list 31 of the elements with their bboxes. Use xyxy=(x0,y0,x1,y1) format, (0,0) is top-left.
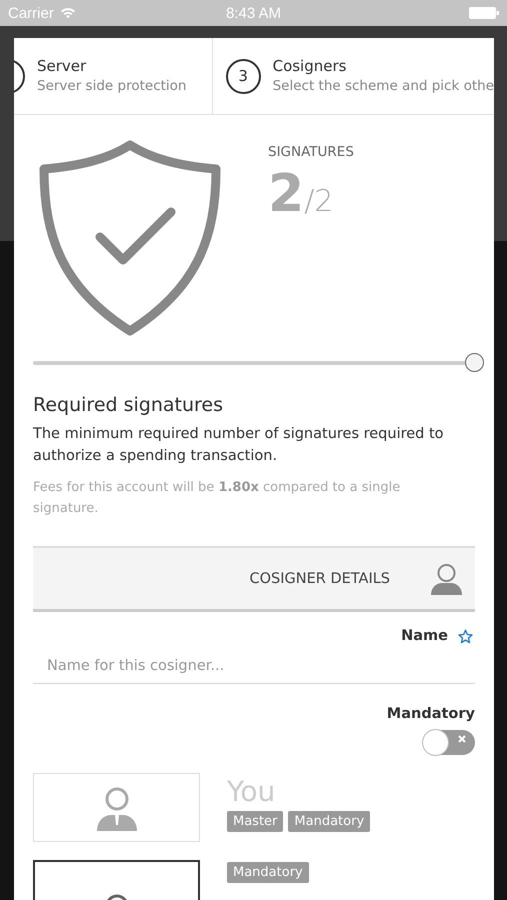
step-subtitle: Server side protection xyxy=(37,77,186,96)
cross-icon xyxy=(458,735,466,743)
signature-total: /2 xyxy=(304,187,334,217)
step-title: Server xyxy=(37,56,88,76)
header-title: COSIGNER DETAILS xyxy=(250,570,390,586)
role-tag: Mandatory xyxy=(227,862,309,883)
section-title: Required signatures xyxy=(33,393,224,418)
name-input-field[interactable]: Name for this cosigner... xyxy=(33,648,475,684)
wifi-icon xyxy=(60,7,76,19)
battery-icon xyxy=(469,7,499,19)
signatures-label: SIGNATURES xyxy=(268,144,354,160)
step-number: 3 xyxy=(226,58,261,94)
step-tab[interactable]: 3 Cosigners Select the scheme and pick othe xyxy=(212,38,494,114)
carrier-label: Carrier xyxy=(8,4,54,22)
step-title: Cosigners xyxy=(272,56,348,76)
person-icon xyxy=(430,562,463,595)
mandatory-label: Mandatory xyxy=(386,706,475,722)
mandatory-toggle[interactable] xyxy=(423,730,475,755)
status-time: 8:43 AM xyxy=(226,4,282,22)
step-tab[interactable]: Server Server side protection xyxy=(14,38,213,114)
signature-count: 2 xyxy=(268,168,304,220)
name-label: Name xyxy=(401,628,448,644)
step-subtitle: Select the scheme and pick othe xyxy=(272,77,494,96)
role-tag: Mandatory xyxy=(288,811,370,832)
role-tag: Master xyxy=(227,811,284,832)
person-icon xyxy=(96,784,138,830)
description-text: The minimum required number of signatures required to authorize a spending transaction. xyxy=(33,425,445,466)
slider-thumb[interactable] xyxy=(465,352,484,372)
signatures-slider[interactable] xyxy=(33,353,485,372)
star-icon xyxy=(458,628,473,644)
fees-note: Fees for this account will be 1.80x compared to a single signature. xyxy=(33,479,402,518)
